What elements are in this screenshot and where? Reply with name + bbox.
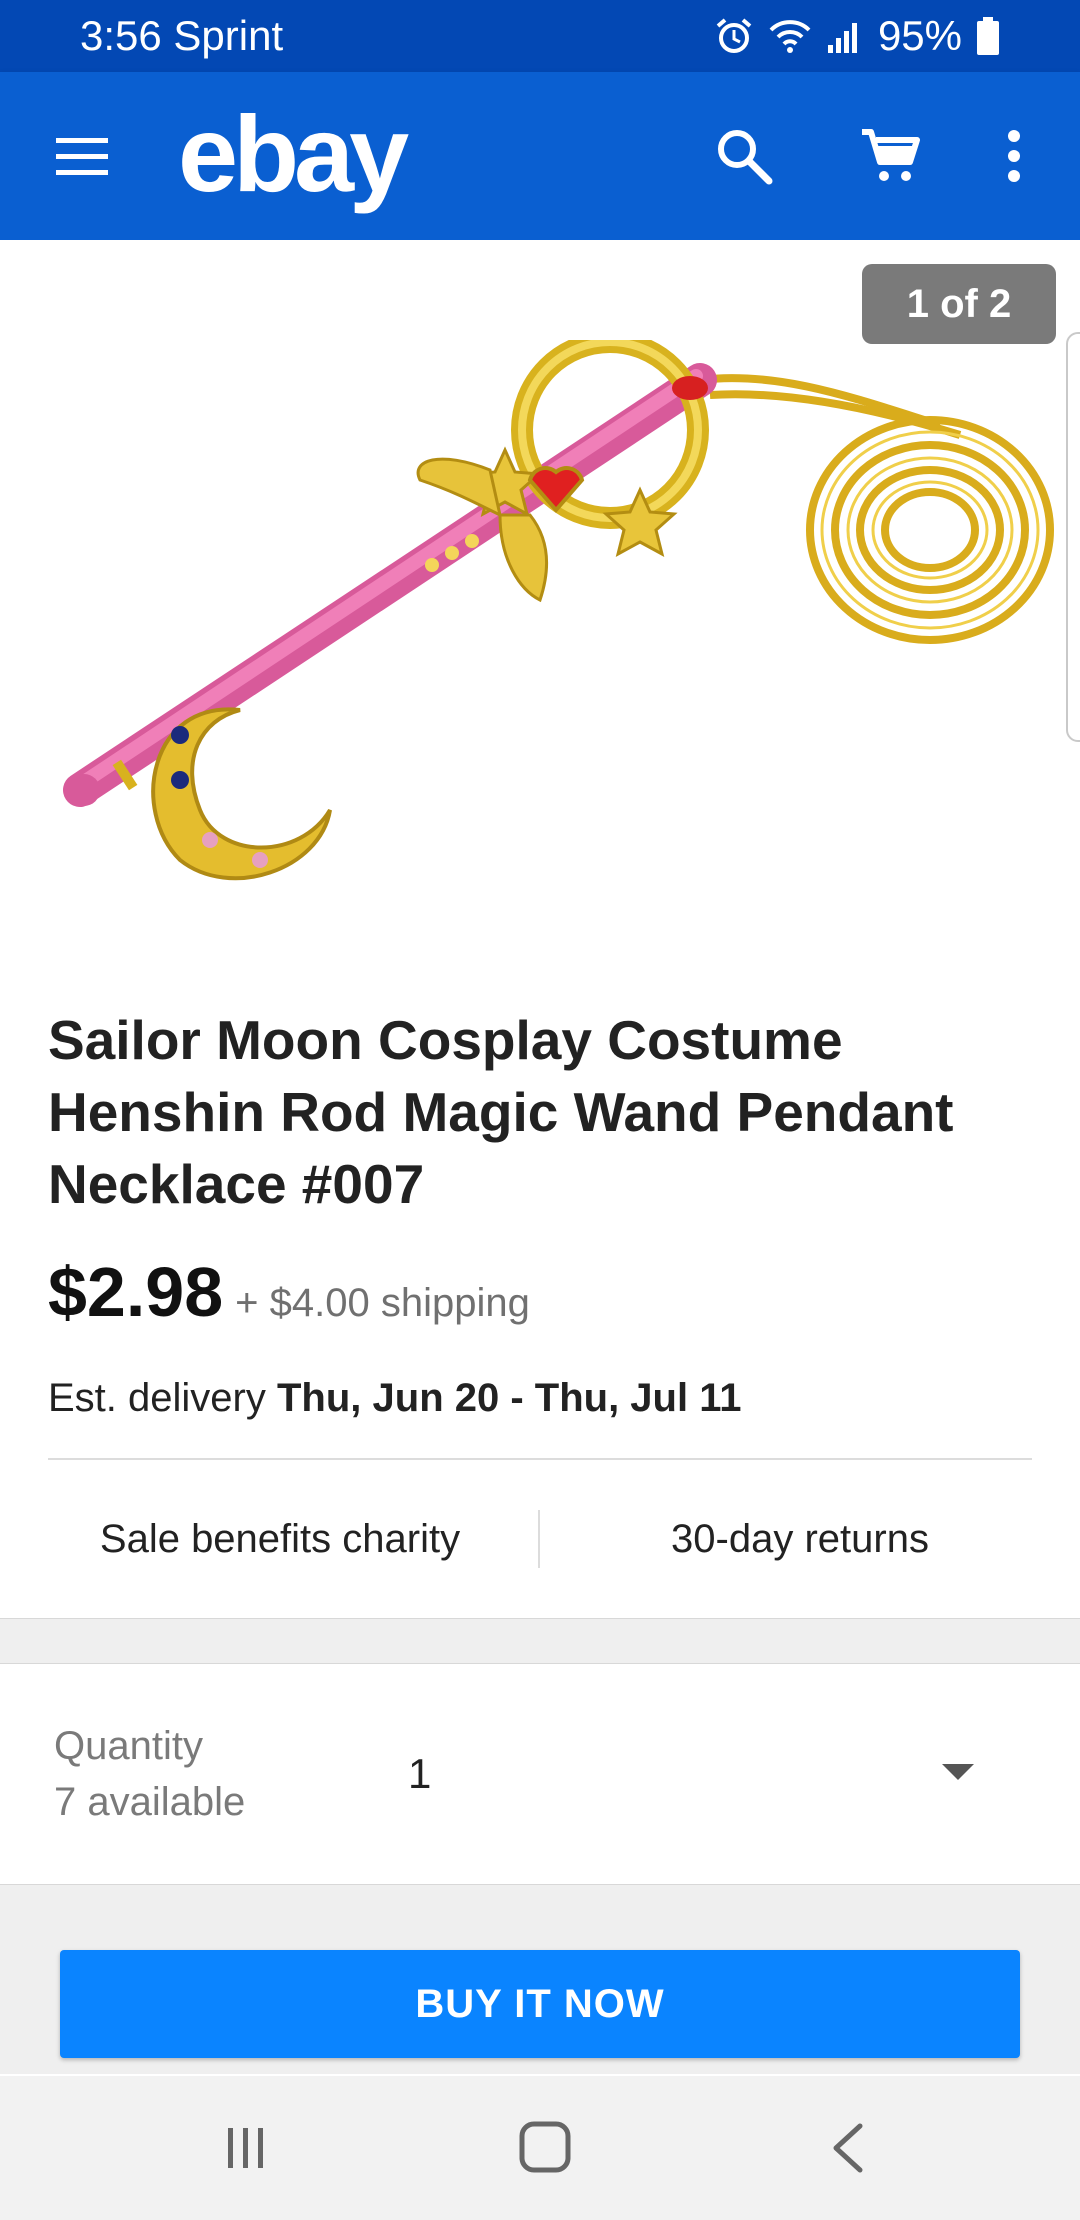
more-options-button[interactable] [996, 124, 1032, 188]
app-bar: ebay [0, 72, 1080, 240]
ebay-logo[interactable]: ebay [178, 94, 409, 214]
image-counter: 1 of 2 [862, 264, 1056, 344]
back-button[interactable] [826, 2122, 872, 2174]
battery-percent: 95% [877, 12, 962, 59]
home-button[interactable] [518, 2120, 572, 2174]
estimated-delivery: Est. delivery Thu, Jun 20 - Thu, Jul 11 [48, 1370, 742, 1426]
recents-icon [228, 2128, 263, 2168]
status-icons: 95% [714, 10, 1000, 62]
cart-button[interactable] [858, 124, 922, 188]
next-image-peek[interactable] [1066, 332, 1080, 742]
quantity-section: Quantity 7 available 1 [0, 1664, 1080, 1884]
product-image[interactable] [60, 340, 1070, 900]
quantity-label: Quantity [54, 1724, 203, 1768]
battery-icon [976, 16, 1000, 56]
status-time: 3:56 Sprint [80, 12, 284, 59]
feature-row: Sale benefits charity 30-day returns [0, 1460, 1080, 1618]
menu-button[interactable] [52, 126, 112, 186]
buy-it-now-button[interactable]: BUY IT NOW [60, 1950, 1020, 2058]
quantity-value: 1 [408, 1750, 432, 1797]
charity-feature[interactable]: Sale benefits charity [0, 1460, 540, 1618]
quantity-dropdown[interactable]: 1 [404, 1724, 1004, 1824]
shipping-cost: + $4.00 shipping [235, 1281, 530, 1325]
product-title: Sailor Moon Cosplay Costume Henshin Rod … [48, 1009, 954, 1215]
image-gallery[interactable]: 1 of 2 [0, 240, 1080, 960]
menu-icon [56, 138, 108, 175]
dropdown-arrow-icon [942, 1764, 974, 1780]
cart-icon [862, 129, 920, 181]
search-button[interactable] [712, 124, 776, 188]
back-icon [833, 2123, 863, 2173]
price: $2.98 [48, 1253, 224, 1331]
more-vert-icon [1008, 130, 1020, 182]
alarm-icon [714, 16, 754, 56]
price-row: $2.98 + $4.00 shipping [48, 1252, 530, 1342]
search-icon [718, 130, 773, 185]
returns-feature[interactable]: 30-day returns [540, 1460, 1060, 1618]
recents-button[interactable] [222, 2124, 270, 2172]
home-icon [519, 2121, 571, 2173]
status-bar: 3:56 Sprint 95% [0, 0, 1080, 72]
wifi-icon [768, 16, 812, 56]
signal-icon [826, 17, 864, 55]
section-gap [0, 1618, 1080, 1664]
delivery-dates: Thu, Jun 20 - Thu, Jul 11 [276, 1376, 742, 1420]
delivery-label: Est. delivery [48, 1376, 266, 1420]
system-nav-bar [0, 2076, 1080, 2220]
quantity-available: 7 available [54, 1780, 246, 1824]
